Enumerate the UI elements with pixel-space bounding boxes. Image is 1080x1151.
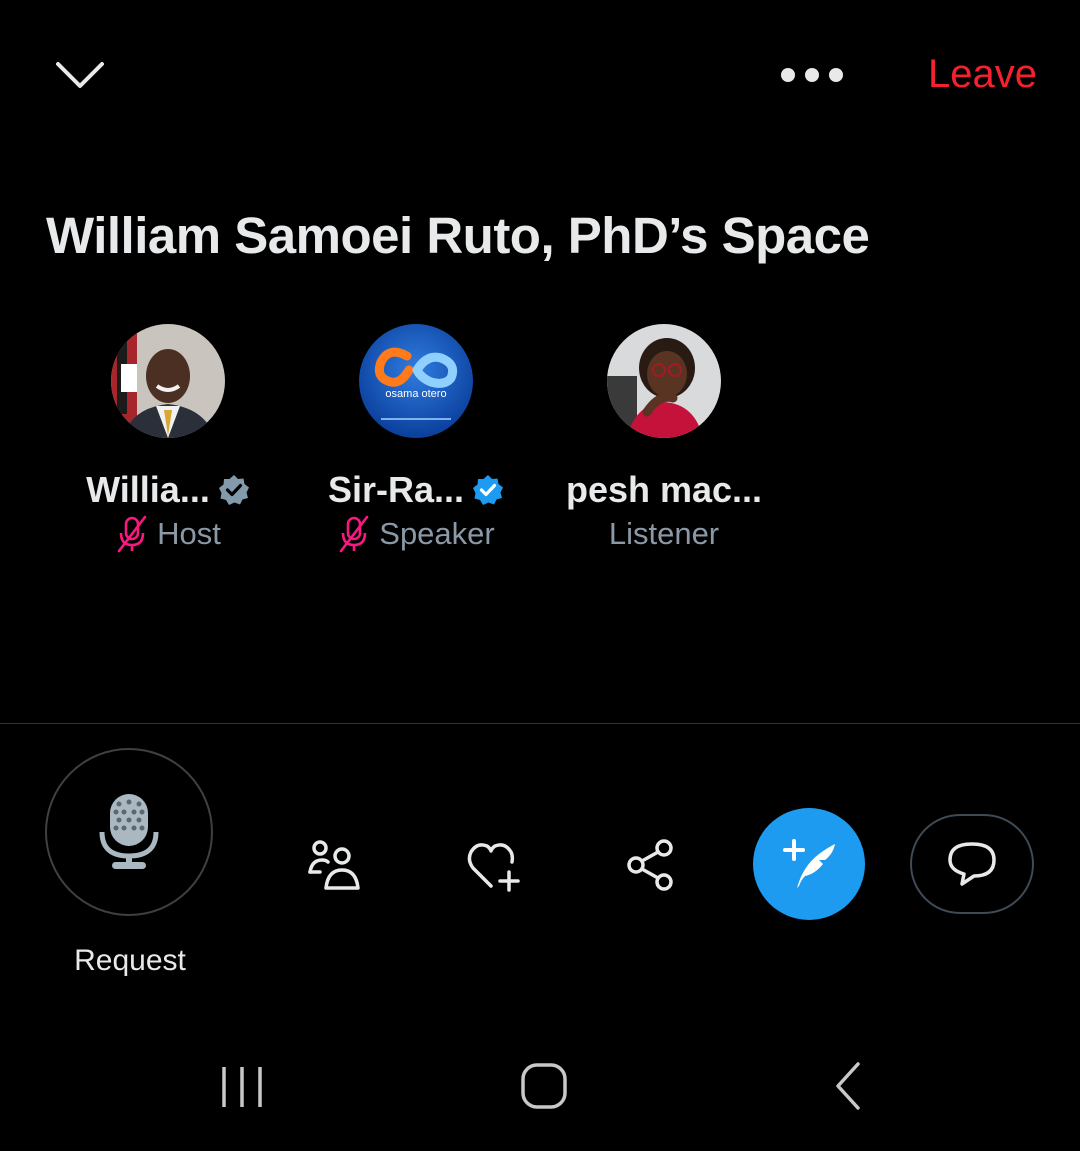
nav-home-button[interactable] [520,1062,568,1110]
request-label: Request [74,944,186,977]
mic-off-icon [117,515,147,553]
nav-back-button[interactable] [830,1060,866,1112]
comment-button[interactable] [910,814,1034,914]
divider [0,723,1080,724]
more-horizontal-icon [781,68,843,82]
microphone-icon [99,794,159,869]
comment-bubble-icon [948,842,996,886]
verified-badge-icon [218,475,249,505]
space-title: William Samoei Ruto, PhD’s Space [46,207,870,264]
participant-name-row: Sir-Ra... [328,468,504,512]
verified-badge-icon [473,475,504,505]
participant-role-row: Host [115,512,221,556]
people-icon [308,840,360,890]
chevron-down-icon [56,62,104,88]
participant-role: Speaker [379,516,495,551]
nav-recents-button[interactable] [218,1064,266,1110]
space-screen: Leave William Samoei Ruto, PhD’s Space W… [0,0,1080,1151]
participant-role-row: Listener [609,512,719,556]
participant-name-row: Willia... [86,468,250,512]
share-button[interactable] [626,838,676,892]
participant-role: Listener [608,516,720,551]
avatar [111,324,225,438]
leave-button[interactable]: Leave [928,52,1037,97]
react-button[interactable] [465,840,523,892]
participant-listener[interactable]: pesh mac... Listener [544,324,784,556]
avatar-brand-text: osama otero [385,388,447,400]
participant-name-row: pesh mac... [566,468,762,512]
participant-speaker[interactable]: osama otero Sir-Ra... Speaker [296,324,536,556]
participant-role-row: Speaker [337,512,495,556]
participant-name: Sir-Ra... [327,469,465,510]
recents-icon [222,1067,262,1107]
avatar: osama otero [359,324,473,438]
heart-plus-icon [467,843,520,892]
compose-tweet-button[interactable] [753,808,865,920]
participant-role: Host [157,516,221,551]
avatar [607,324,721,438]
compose-quill-icon [783,839,835,888]
participant-host[interactable]: Willia... Host [48,324,288,556]
more-options-button[interactable] [778,58,846,92]
request-button[interactable] [45,748,213,916]
collapse-button[interactable] [52,54,108,98]
home-icon [521,1063,567,1109]
mic-off-icon [339,515,369,553]
participant-name: pesh mac... [565,469,763,510]
participants-button[interactable] [306,838,362,892]
back-icon [836,1062,860,1110]
share-icon [627,839,673,891]
participant-name: Willia... [86,469,210,510]
